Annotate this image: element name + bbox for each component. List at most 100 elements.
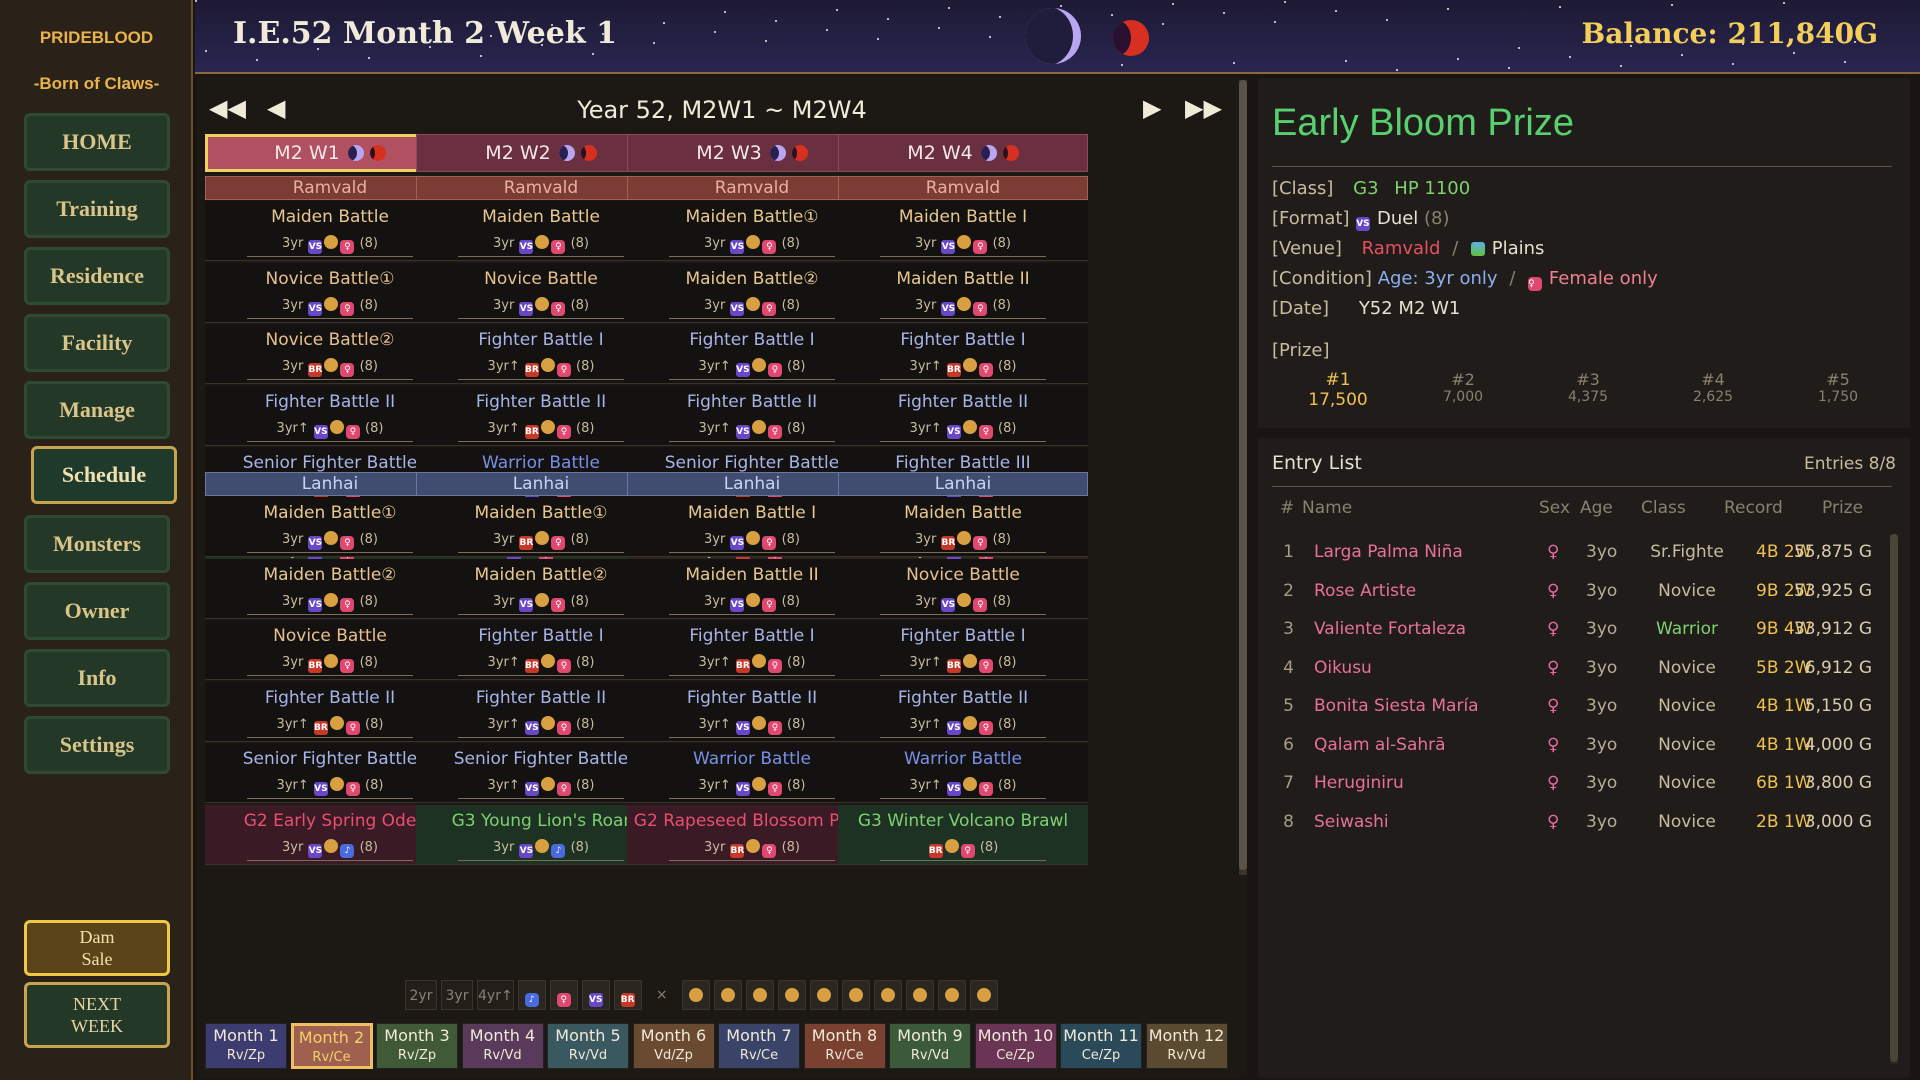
red-moon-icon	[791, 145, 808, 161]
duel-icon: VS	[730, 240, 745, 254]
type-filter-chip[interactable]: VS	[581, 980, 610, 1010]
race-cell[interactable]: Fighter Battle I 3yr↑ BR ♀ (8)	[838, 620, 1088, 680]
entry-row[interactable]: 8 Seiwashi ♀ 3yo Novice 2B 1W 3,000 G	[1272, 804, 1872, 842]
terrain-filter-chip[interactable]	[777, 980, 806, 1010]
race-cell[interactable]: Fighter Battle I 3yr↑ BR ♀ (8)	[838, 324, 1088, 384]
date-row: [Date] Y52 M2 W1	[1272, 298, 1461, 319]
terrain-icon	[944, 838, 959, 853]
race-cell[interactable]: Maiden Battle II 3yr VS ♀ (8)	[838, 262, 1088, 323]
nav-owner-button[interactable]: Owner	[24, 582, 170, 640]
nav-residence-button[interactable]: Residence	[24, 247, 170, 305]
prize-label: [Prize]	[1272, 340, 1330, 361]
month-tab[interactable]: Month 8 Rv/Ce	[803, 1023, 886, 1069]
entry-cell: ♀	[1547, 773, 1560, 793]
age-filter-chip[interactable]: 2yr	[405, 980, 437, 1010]
race-cell[interactable]: Novice Battle 3yr VS ♀ (8)	[838, 558, 1088, 619]
month-tab[interactable]: Month 3 Rv/Zp	[376, 1023, 458, 1069]
duel-icon: VS	[941, 597, 956, 612]
terrain-filter-chip[interactable]	[745, 980, 774, 1010]
female-icon: ♀	[340, 536, 355, 550]
female-icon: ♀	[556, 659, 571, 673]
age-filter-chip[interactable]: 4yr↑	[477, 980, 514, 1010]
nav-monsters-button[interactable]: Monsters	[24, 515, 170, 573]
calendar-scrollbar[interactable]	[1239, 80, 1247, 875]
clear-filter-icon[interactable]: ×	[646, 980, 678, 1010]
nav-settings-button[interactable]: Settings	[24, 716, 170, 774]
next-icon[interactable]: ▶	[1143, 94, 1161, 122]
month-tab[interactable]: Month 1 Rv/Zp	[205, 1023, 287, 1069]
entry-row[interactable]: 6 Qalam al-Sahrā ♀ 3yo Novice 4B 1W 4,000 G	[1272, 727, 1872, 765]
entry-scrollbar[interactable]	[1890, 534, 1898, 1064]
range-label: Year 52, M2W1 ~ M2W4	[577, 96, 867, 124]
female-icon: ♀	[340, 597, 355, 612]
race-name: Fighter Battle III	[895, 453, 1031, 473]
nav-home-button[interactable]: HOME	[24, 113, 170, 171]
nav-training-button[interactable]: Training	[24, 180, 170, 238]
entry-row[interactable]: 3 Valiente Fortaleza ♀ 3yo Warrior 9B 4W 33,91…	[1272, 611, 1872, 649]
female-icon: ♀	[978, 782, 993, 796]
nav-facility-button[interactable]: Facility	[24, 314, 170, 372]
terrain-icon	[329, 419, 344, 434]
month-tab[interactable]: Month 9 Rv/Vd	[889, 1023, 971, 1069]
dam-sale-button[interactable]: Dam Sale	[24, 920, 170, 976]
race-cell[interactable]: G3 Winter Volcano Brawl BR ♀ (8)	[838, 804, 1088, 865]
entry-row[interactable]: 1 Larga Palma Niña ♀ 3yo Sr.Fighte 4B 2W 55,87…	[1272, 534, 1872, 572]
terrain-filter-chip[interactable]	[873, 980, 902, 1010]
nav-schedule-button[interactable]: Schedule	[31, 446, 177, 504]
terrain-filter-chip[interactable]	[841, 980, 870, 1010]
terrain-filter-chip[interactable]	[713, 980, 742, 1010]
entry-row[interactable]: 7 Heruginiru ♀ 3yo Novice 6B 1W 3,800 G	[1272, 765, 1872, 803]
terrain-filter-chip[interactable]	[937, 980, 966, 1010]
female-icon: ♀	[767, 720, 782, 735]
female-icon: ♀	[762, 240, 777, 254]
race-cell[interactable]: Warrior Battle3yr↑ VS♀ (8)	[838, 743, 1088, 803]
race-meta: 3yr BR ♀ (8)	[838, 531, 1088, 553]
month-tab[interactable]: Month 4 Rv/Vd	[461, 1023, 544, 1069]
female-icon: ♀	[556, 782, 571, 796]
month-tab[interactable]: Month 5 Rv/Vd	[547, 1023, 629, 1069]
next-week-button[interactable]: NEXT WEEK	[24, 982, 170, 1048]
fast-forward-icon[interactable]: ▶▶	[1185, 94, 1222, 122]
entry-cell: ♀	[1547, 696, 1560, 716]
female-icon: ♀	[973, 240, 988, 254]
female-icon: ♀	[762, 843, 777, 858]
age-filter-chip[interactable]: 3yr	[441, 980, 473, 1010]
entry-cell: Warrior	[1656, 619, 1718, 639]
race-cell[interactable]: Fighter Battle II 3yr↑ VS ♀ (8)	[838, 681, 1088, 742]
race-cell[interactable]: Fighter Battle II 3yr↑ VS ♀ (8)	[838, 385, 1088, 446]
entry-row[interactable]: 2 Rose Artiste ♀ 3yo Novice 9B 2W 53,925 G	[1272, 573, 1872, 611]
entry-list-panel: Entry List Entries 8/8 # Name Sex Age Cl…	[1258, 438, 1910, 1078]
entry-count: Entries 8/8	[1804, 454, 1896, 474]
terrain-icon	[751, 715, 766, 730]
month-tab[interactable]: Month 10 Ce/Zp	[974, 1023, 1057, 1069]
female-icon: ♀	[345, 720, 360, 735]
entry-row[interactable]: 4 Oikusu ♀ 3yo Novice 5B 2W 6,912 G	[1272, 650, 1872, 688]
entry-row[interactable]: 5 Bonita Siesta María ♀ 3yo Novice 4B 1W 5,150…	[1272, 688, 1872, 726]
month-tab[interactable]: Month 11 Ce/Zp	[1060, 1023, 1142, 1069]
duel-icon: VS	[735, 363, 750, 377]
entry-cell: 55,875 G	[1793, 542, 1872, 562]
nav-manage-button[interactable]: Manage	[24, 381, 170, 439]
race-cell[interactable]: Maiden Battle I 3yr VS ♀ (8)	[838, 201, 1088, 261]
month-tab[interactable]: Month 6 Vd/Zp	[632, 1023, 715, 1069]
terrain-filter-chip[interactable]	[969, 980, 998, 1010]
type-filter-chip[interactable]: ♪	[517, 980, 546, 1010]
brawl-icon: BR	[946, 363, 961, 377]
week-tab[interactable]: M2 W4	[838, 134, 1088, 172]
type-filter-chip[interactable]: ♀	[549, 980, 578, 1010]
race-cell[interactable]: Maiden Battle 3yr BR ♀ (8)	[838, 497, 1088, 557]
type-filter-chip[interactable]: BR	[613, 980, 642, 1010]
terrain-filter-chip[interactable]	[809, 980, 838, 1010]
terrain-filter-chip[interactable]	[681, 980, 710, 1010]
duel-icon: VS	[313, 424, 328, 439]
month-tab[interactable]: Month 2 Rv/Ce	[290, 1023, 373, 1069]
female-icon: ♀	[340, 363, 355, 377]
terrain-filter-chip[interactable]	[905, 980, 934, 1010]
terrain-icon	[751, 654, 766, 668]
month-tab[interactable]: Month 12 Rv/Vd	[1145, 1023, 1228, 1069]
month-tab[interactable]: Month 7 Rv/Ce	[718, 1023, 800, 1069]
nav-info-button[interactable]: Info	[24, 649, 170, 707]
top-header: I.E.52 Month 2 Week 1 Balance: 211,840G	[195, 0, 1920, 74]
entry-cell: 3,800 G	[1804, 773, 1872, 793]
race-name: Warrior Battle	[904, 749, 1022, 769]
